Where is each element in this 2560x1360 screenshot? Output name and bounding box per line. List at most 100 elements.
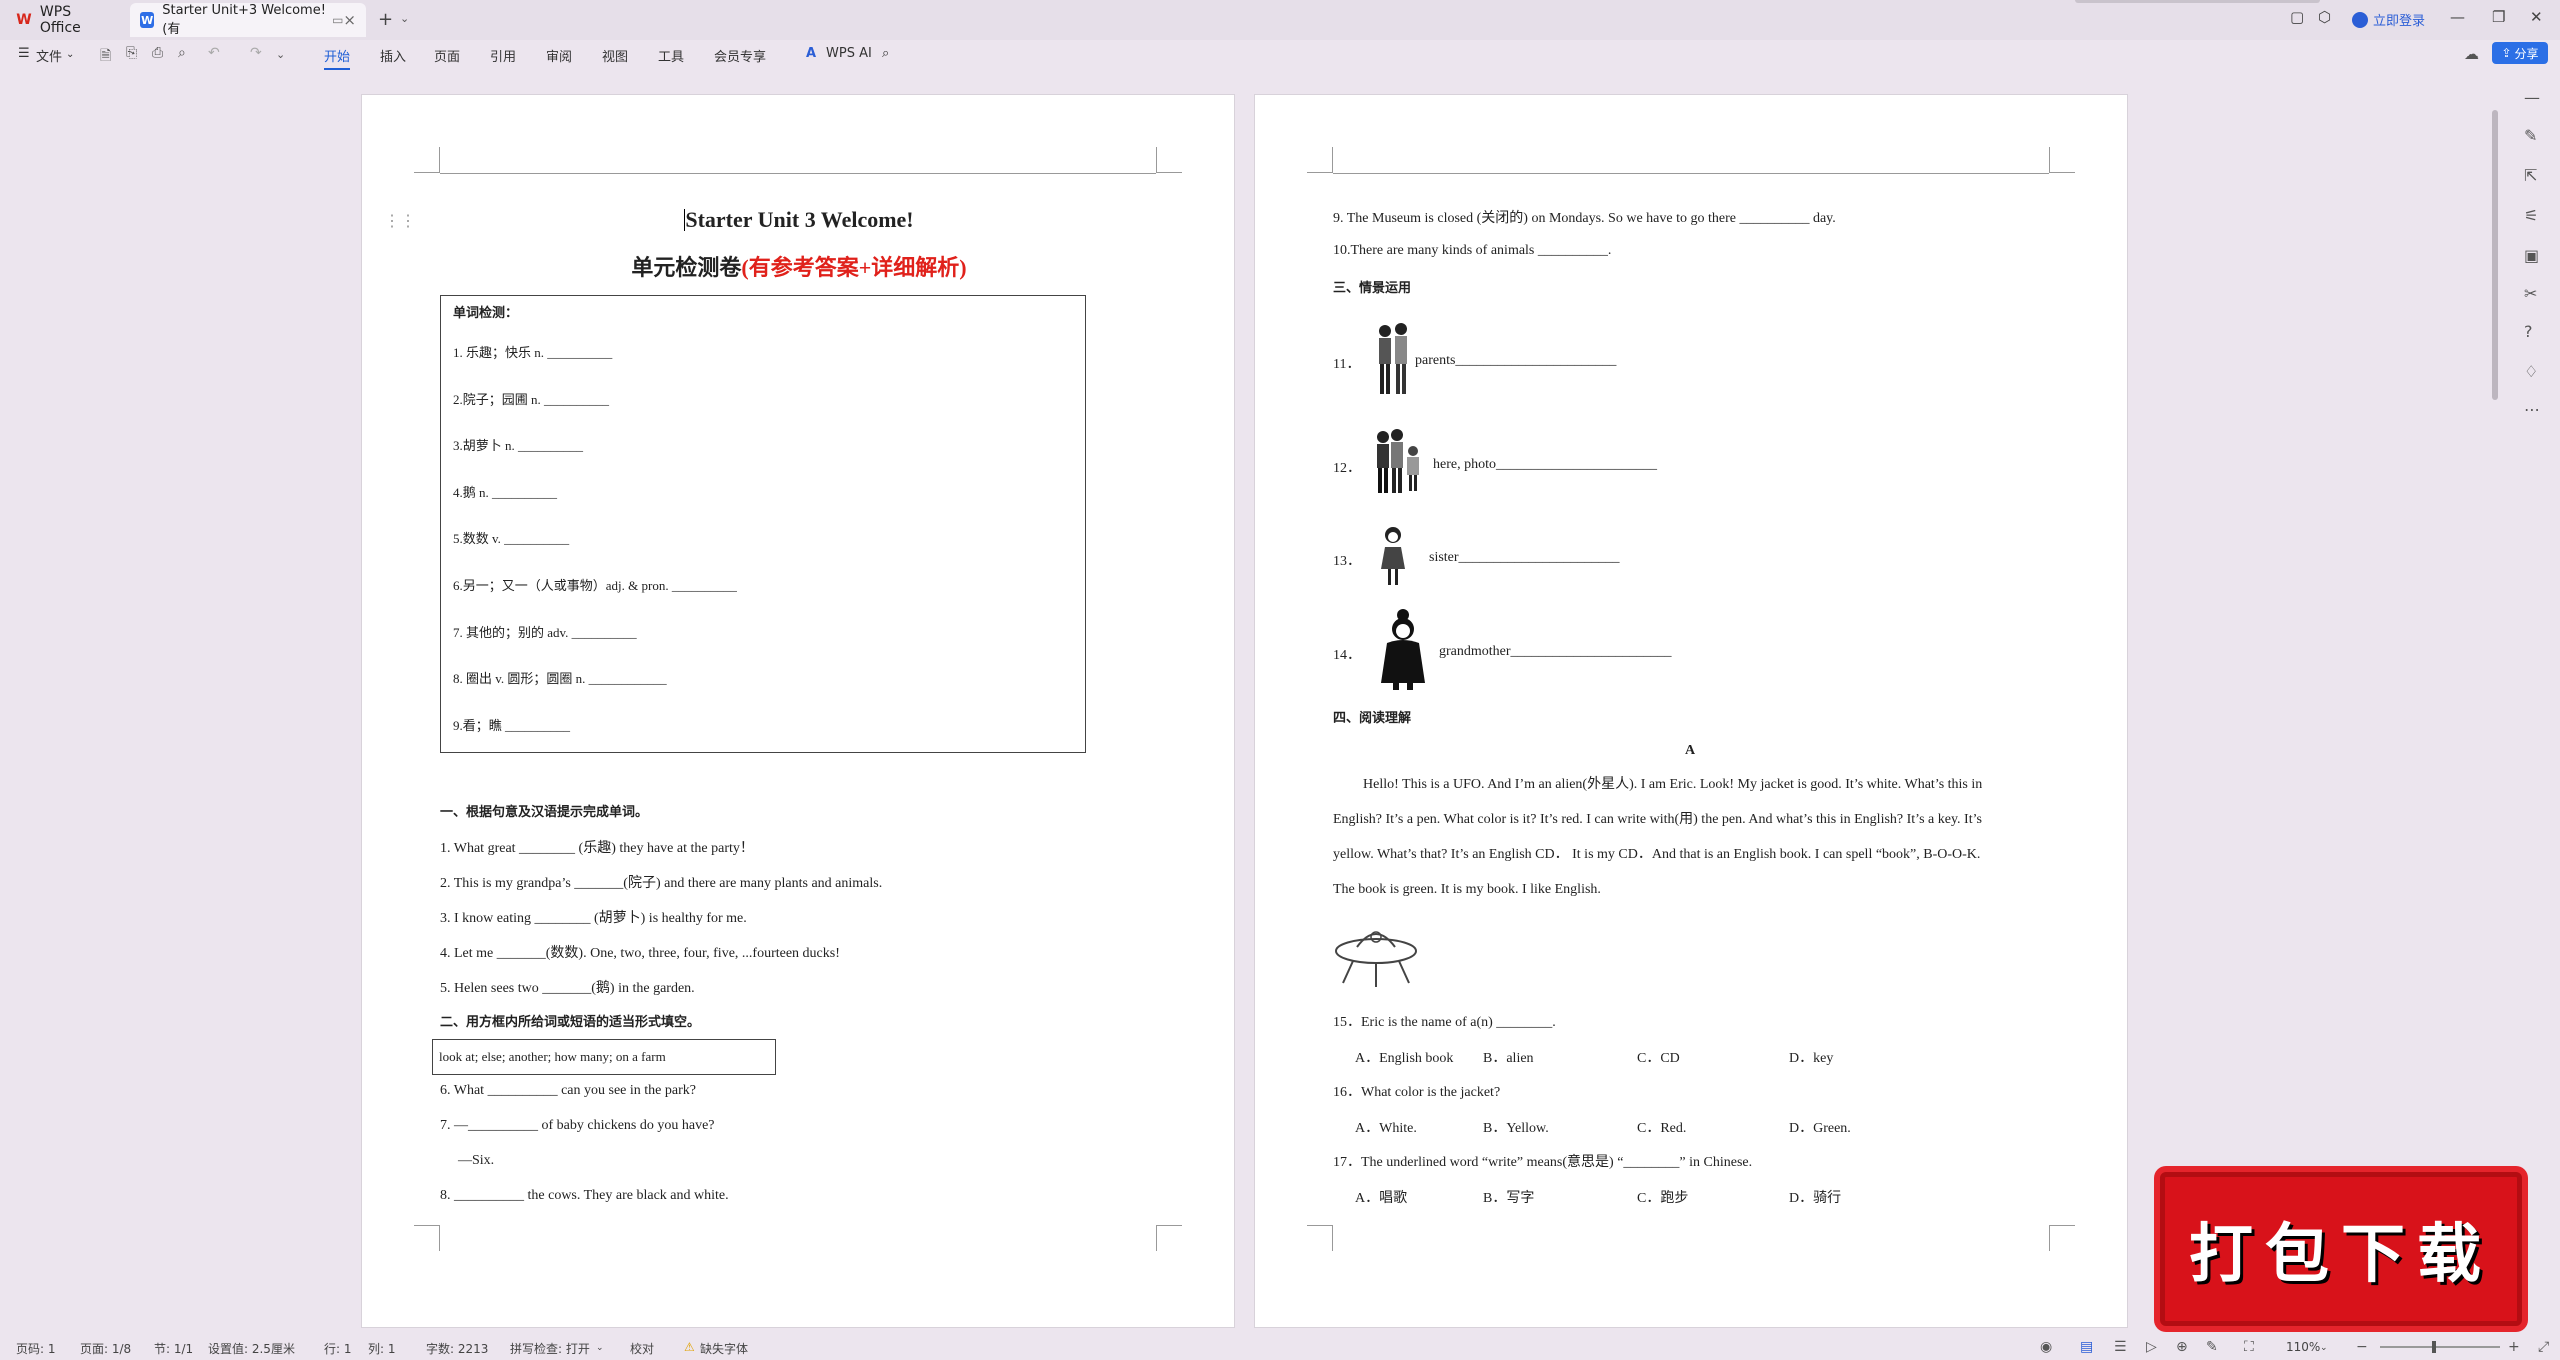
- option-d: D．key: [1789, 1051, 1834, 1066]
- tab-membership[interactable]: 会员专享: [714, 46, 766, 65]
- status-setting[interactable]: 设置值: 2.5厘米: [208, 1340, 295, 1357]
- status-word-count[interactable]: 字数: 2213: [426, 1340, 488, 1357]
- tab-view[interactable]: 视图: [602, 46, 628, 65]
- minimize-icon[interactable]: —: [2450, 8, 2465, 26]
- save-icon[interactable]: 🗎: [100, 45, 111, 69]
- option-d: D．Green.: [1789, 1121, 1851, 1136]
- tab-review[interactable]: 审阅: [546, 46, 572, 65]
- sidebar-toggle-icon[interactable]: ▢: [2290, 8, 2304, 26]
- eye-protection-icon[interactable]: ◉: [2040, 1339, 2052, 1355]
- help-icon[interactable]: ?: [2524, 322, 2533, 341]
- wps-ai-button[interactable]: WPS AI: [826, 46, 872, 61]
- hamburger-icon[interactable]: ☰: [18, 46, 30, 61]
- word-doc-icon: W: [140, 12, 155, 28]
- status-page-of[interactable]: 页面: 1/8: [80, 1340, 131, 1357]
- share-label: 分享: [2514, 46, 2539, 61]
- page-title: Starter Unit 3 Welcome!: [362, 207, 1234, 233]
- avatar: [2352, 11, 2368, 28]
- menu-bar: ☰ 文件 ⌄ 🗎 ⎘ ⎙ ⌕ ↶ ↷ ⌄ 开始 插入 页面 引用 审阅 视图 工…: [0, 40, 2560, 70]
- file-menu[interactable]: 文件: [36, 46, 62, 65]
- tab-tools[interactable]: 工具: [658, 46, 684, 65]
- tools-icon[interactable]: ✂: [2524, 284, 2537, 303]
- screen-icon: ▭: [332, 13, 344, 27]
- download-package-text: 打包下载: [2189, 1218, 2493, 1292]
- tab-document-label: Starter Unit+3 Welcome! (有: [162, 3, 326, 37]
- status-row[interactable]: 行: 1: [324, 1340, 352, 1357]
- wps-ai-icon: A: [806, 46, 817, 61]
- chevron-down-icon[interactable]: ⌄: [400, 12, 409, 25]
- pen-icon[interactable]: ✎: [2524, 126, 2537, 145]
- question-item: 17．The underlined word “write” means(意思是…: [1333, 1155, 1753, 1170]
- situation-text: parents_______________________: [1415, 353, 1617, 368]
- print-preview-icon[interactable]: ⌕: [178, 45, 186, 61]
- zoom-in-icon[interactable]: +: [2508, 1339, 2520, 1355]
- sister-illustration: [1381, 527, 1405, 585]
- image-edit-icon[interactable]: ▣: [2524, 246, 2539, 265]
- chevron-down-icon[interactable]: ⌄: [596, 1343, 604, 1353]
- situation-number: 14．: [1333, 648, 1361, 663]
- download-package-banner[interactable]: 打包下载: [2160, 1172, 2522, 1326]
- tab-page[interactable]: 页面: [434, 46, 460, 65]
- status-missing-font[interactable]: 缺失字体: [700, 1340, 748, 1357]
- fit-window-icon[interactable]: ⤢: [2538, 1339, 2549, 1355]
- print-icon[interactable]: ⎙: [152, 45, 163, 61]
- question-item: 10.There are many kinds of animals _____…: [1333, 243, 1612, 258]
- undo-icon[interactable]: ↶: [208, 45, 220, 61]
- tab-references[interactable]: 引用: [490, 46, 516, 65]
- outline-view-icon[interactable]: ☰: [2114, 1339, 2127, 1355]
- status-bar: 页码: 1 页面: 1/8 节: 1/1 设置值: 2.5厘米 行: 1 列: …: [0, 1334, 2560, 1360]
- status-page-number[interactable]: 页码: 1: [16, 1340, 56, 1357]
- window-close-icon[interactable]: ✕: [2530, 8, 2543, 26]
- document-page-2[interactable]: 9. The Museum is closed (关闭的) on Mondays…: [1254, 94, 2128, 1328]
- page-subtitle: 单元检测卷(有参考答案+详细解析): [362, 250, 1234, 282]
- status-spell-check[interactable]: 拼写检查: 打开: [510, 1340, 590, 1357]
- web-view-icon[interactable]: ⊕: [2176, 1339, 2188, 1355]
- zoom-out-icon[interactable]: −: [2356, 1339, 2368, 1355]
- adjust-icon[interactable]: ⚟: [2524, 206, 2538, 225]
- status-section[interactable]: 节: 1/1: [154, 1340, 193, 1357]
- login-button[interactable]: 立即登录: [2352, 10, 2425, 29]
- restore-icon[interactable]: ❐: [2492, 8, 2505, 26]
- shirt-icon[interactable]: ♢: [2524, 362, 2538, 381]
- chevron-down-icon[interactable]: ⌄: [2320, 1343, 2328, 1353]
- collapse-icon[interactable]: —: [2524, 88, 2540, 107]
- redo-icon[interactable]: ↷: [250, 45, 262, 61]
- header-line: [1333, 173, 2049, 174]
- crop-mark: [2049, 147, 2075, 173]
- cube-icon[interactable]: ⬡: [2318, 8, 2331, 26]
- page-view-icon[interactable]: ▤: [2080, 1339, 2093, 1355]
- passage-line: Hello! This is a UFO. And I’m an alien(外…: [1363, 777, 1983, 792]
- crop-mark: [1307, 1225, 1333, 1251]
- tab-home[interactable]: 开始: [324, 46, 351, 70]
- export-pdf-icon[interactable]: ⎘: [126, 45, 137, 61]
- passage-line: yellow. What’s that? It’s an English CD．…: [1333, 847, 1981, 862]
- status-column[interactable]: 列: 1: [368, 1340, 396, 1357]
- select-icon[interactable]: ⇱: [2524, 166, 2537, 185]
- situation-text: here, photo_______________________: [1433, 457, 1657, 472]
- new-tab-icon[interactable]: +: [378, 9, 393, 30]
- share-button[interactable]: ⇪ 分享: [2492, 42, 2548, 64]
- page-title-text: Starter Unit 3 Welcome!: [685, 207, 914, 232]
- close-icon[interactable]: ×: [343, 11, 356, 29]
- fullscreen-icon[interactable]: ⛶: [2244, 1339, 2254, 1355]
- more-icon[interactable]: ⋯: [2524, 400, 2540, 419]
- chevron-down-icon[interactable]: ⌄: [66, 49, 74, 60]
- tab-wps-office[interactable]: W WPS Office: [6, 3, 126, 37]
- play-icon[interactable]: ▷: [2146, 1339, 2157, 1355]
- status-proofread[interactable]: 校对: [630, 1340, 654, 1357]
- vocab-item: 1. 乐趣；快乐 n. __________: [453, 345, 613, 360]
- share-icon: ⇪: [2501, 46, 2512, 60]
- vertical-scrollbar[interactable]: [2492, 110, 2498, 400]
- zoom-slider-thumb[interactable]: [2432, 1341, 2436, 1353]
- section-heading: 二、用方框内所给词或短语的适当形式填空。: [440, 1014, 701, 1029]
- crop-mark: [414, 147, 440, 173]
- search-icon[interactable]: ⌕: [882, 46, 889, 61]
- tab-insert[interactable]: 插入: [380, 46, 406, 65]
- zoom-slider[interactable]: [2380, 1346, 2500, 1348]
- tab-document[interactable]: W Starter Unit+3 Welcome! (有 ▭ ×: [130, 3, 366, 37]
- document-page-1[interactable]: ⋮⋮ Starter Unit 3 Welcome! 单元检测卷(有参考答案+详…: [361, 94, 1235, 1328]
- cloud-sync-icon[interactable]: ☁: [2464, 45, 2479, 63]
- zoom-level[interactable]: 110%: [2286, 1340, 2320, 1354]
- chevron-down-icon[interactable]: ⌄: [276, 48, 285, 61]
- write-icon[interactable]: ✎: [2206, 1339, 2218, 1355]
